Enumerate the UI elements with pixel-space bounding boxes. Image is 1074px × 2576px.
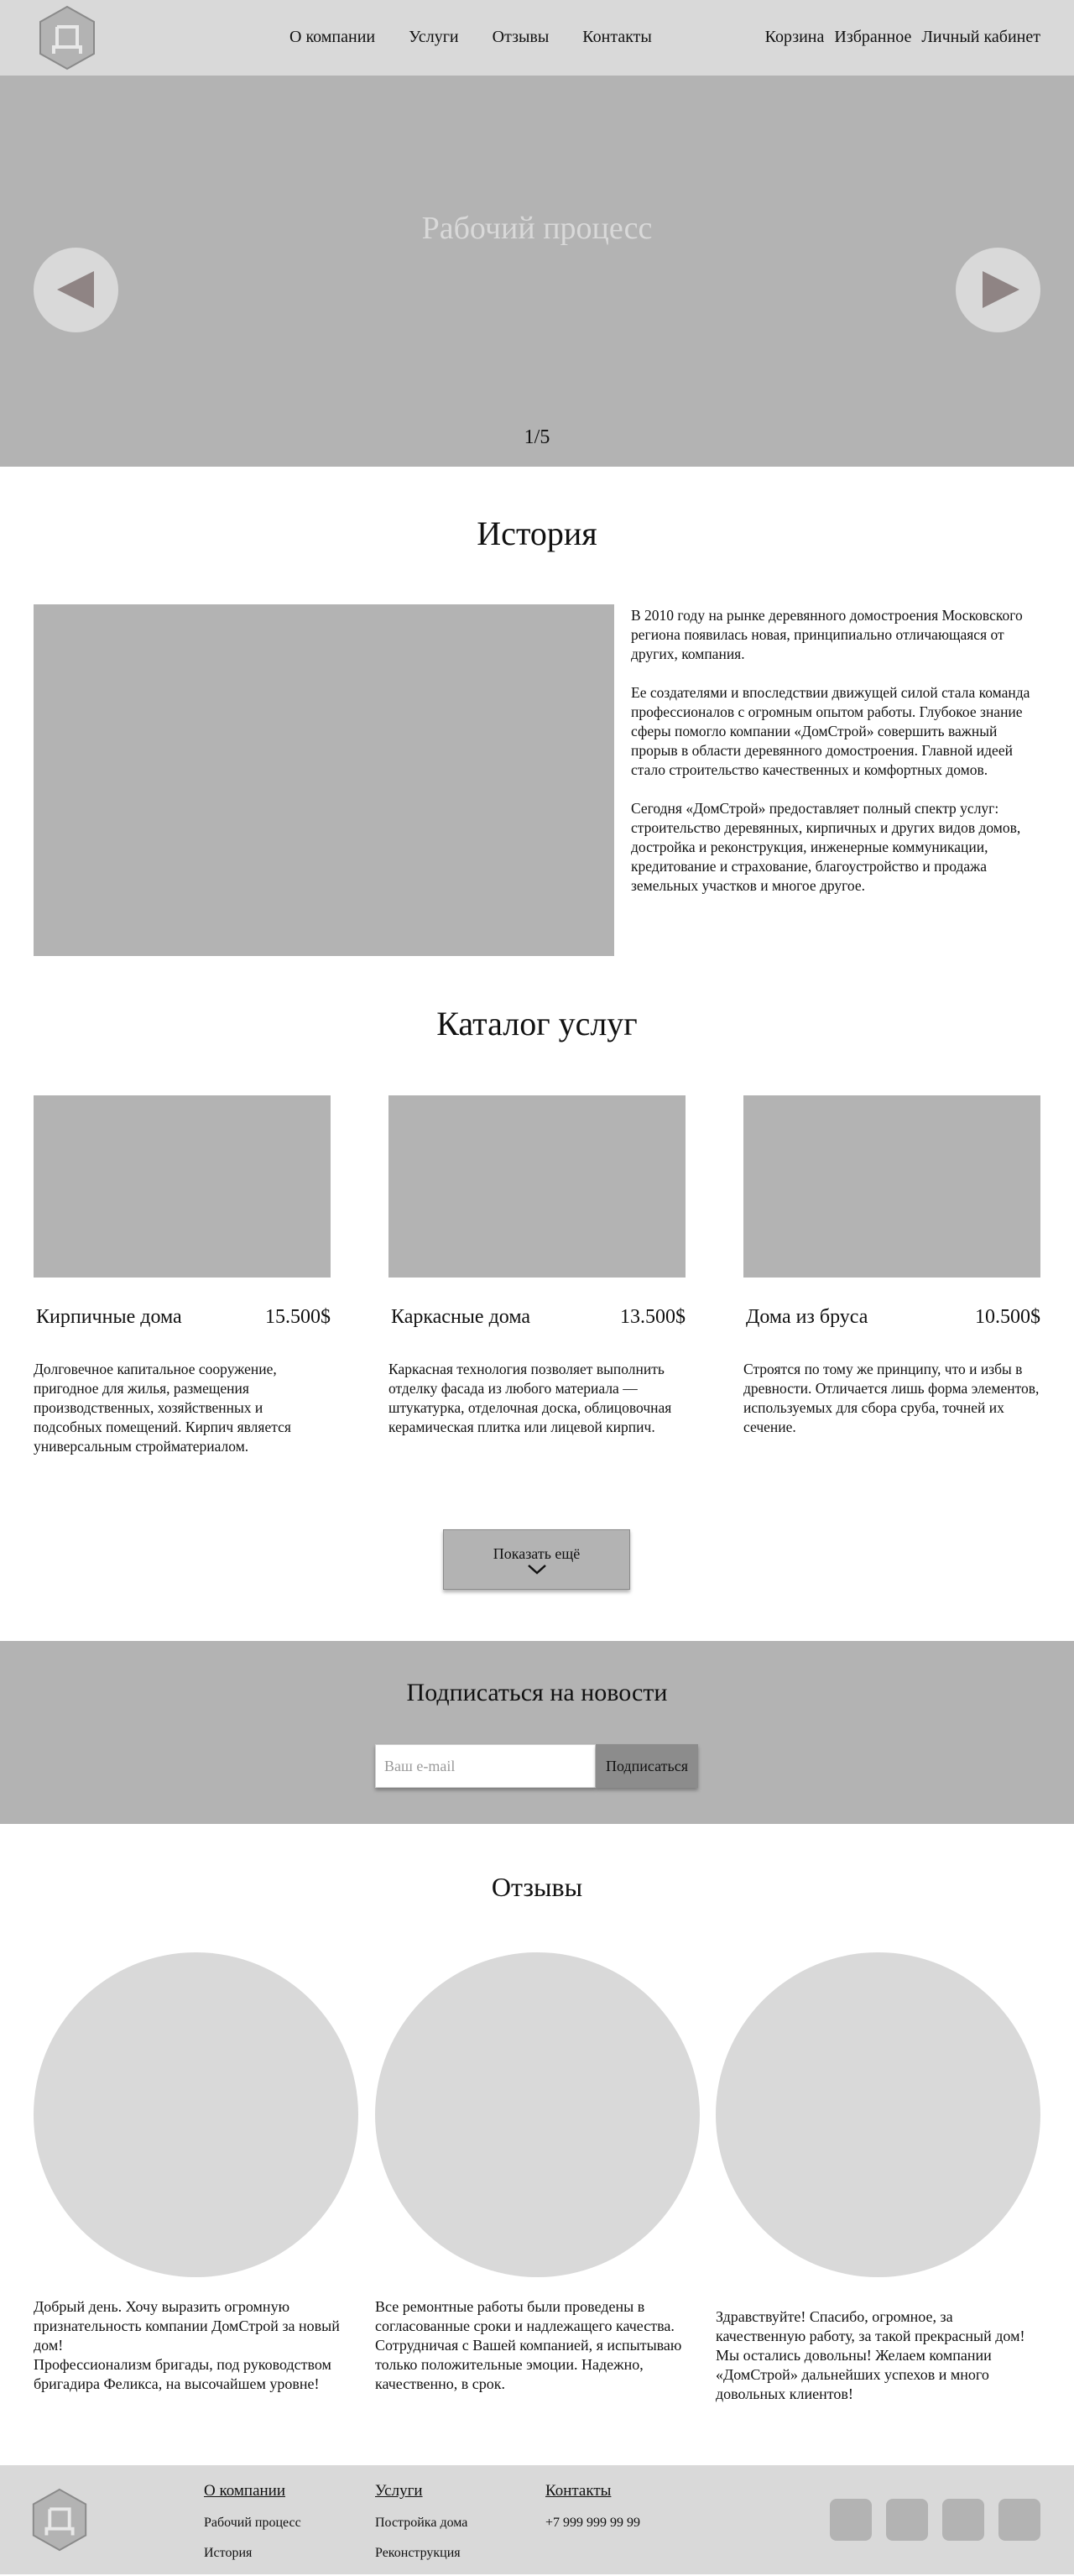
account-link[interactable]: Личный кабинет (921, 28, 1040, 47)
logo-icon[interactable] (34, 5, 101, 71)
social-icon[interactable] (886, 2499, 928, 2541)
card-title[interactable]: Дома из бруса (746, 1306, 868, 1329)
review-paragraph: Добрый день. Хочу выразить огромную приз… (34, 2298, 340, 2354)
footer-heading[interactable]: Контакты (545, 2482, 640, 2500)
review-text: Здравствуйте! Спасибо, огромное, за каче… (716, 2307, 1040, 2404)
slider-next-button[interactable] (956, 248, 1040, 332)
logo-icon[interactable] (27, 2487, 92, 2552)
reviewer-photo (375, 1952, 700, 2277)
card-title[interactable]: Каркасные дома (391, 1306, 530, 1329)
review-paragraph: Здравствуйте! Спасибо, огромное, за каче… (716, 2308, 1025, 2402)
history-paragraph: Ее создателями и впоследствии движущей с… (631, 684, 1030, 778)
reviewer-photo (716, 1952, 1040, 2277)
footer-col-contacts: Контакты +7 999 999 99 99 (545, 2482, 640, 2546)
hero-slider: Рабочий процесс 1/5 (0, 76, 1074, 467)
card-price: 10.500$ (975, 1306, 1040, 1328)
review-text: Добрый день. Хочу выразить огромную приз… (34, 2297, 358, 2394)
footer-link[interactable]: Реконструкция (375, 2546, 467, 2561)
reviews-title: Отзывы (491, 1872, 583, 1902)
subscribe-button[interactable]: Подписаться (596, 1744, 698, 1788)
footer-col-about: О компании Рабочий процесс История (204, 2482, 301, 2576)
arrow-left-icon (57, 271, 94, 308)
review-paragraph: Сотрудничая с Вашей компанией, я испытыв… (375, 2337, 682, 2392)
footer-phone[interactable]: +7 999 999 99 99 (545, 2516, 640, 2531)
show-more-button[interactable]: Показать ещё (443, 1529, 630, 1590)
card-image[interactable] (743, 1095, 1040, 1278)
subscribe-title: Подписаться на новости (406, 1679, 668, 1706)
card-description: Долговечное капитальное сооружение, приг… (34, 1361, 291, 1455)
footer-link[interactable]: Рабочий процесс (204, 2516, 301, 2531)
cart-link[interactable]: Корзина (765, 28, 825, 47)
show-more-label: Показать ещё (493, 1545, 581, 1562)
footer-heading[interactable]: О компании (204, 2482, 301, 2500)
social-icon[interactable] (830, 2499, 872, 2541)
site-footer: О компании Рабочий процесс История Услуг… (0, 2465, 1074, 2574)
reviewer-photo (34, 1952, 358, 2277)
history-paragraph: В 2010 году на рынке деревянного домостр… (631, 607, 1023, 662)
card-price: 15.500$ (265, 1306, 331, 1328)
footer-link[interactable]: Постройка дома (375, 2516, 467, 2531)
subscribe-section: Подписаться на новости Подписаться (0, 1641, 1074, 1824)
social-icon[interactable] (942, 2499, 984, 2541)
history-image (34, 604, 614, 956)
nav-reviews[interactable]: Отзывы (493, 28, 550, 47)
footer-heading[interactable]: Услуги (375, 2482, 467, 2500)
history-text: В 2010 году на рынке деревянного домостр… (631, 606, 1034, 915)
card-description: Строятся по тому же принципу, что и избы… (743, 1361, 1040, 1435)
history-paragraph: Сегодня «ДомСтрой» предоставляет полный … (631, 800, 1021, 894)
footer-link[interactable]: История (204, 2546, 301, 2561)
site-header: О компании Услуги Отзывы Контакты Корзин… (0, 0, 1074, 76)
nav-about[interactable]: О компании (289, 28, 375, 47)
arrow-right-icon (983, 271, 1019, 308)
history-title: История (477, 515, 597, 552)
email-input[interactable] (375, 1744, 596, 1788)
nav-contacts[interactable]: Контакты (582, 28, 652, 47)
card-price: 13.500$ (620, 1306, 686, 1328)
review-paragraph: Профессионализм бригады, под руководство… (34, 2356, 331, 2392)
user-links: Корзина Избранное Личный кабинет (765, 28, 1040, 47)
card-title[interactable]: Кирпичные дома (36, 1306, 182, 1329)
hero-title: Рабочий процесс (421, 211, 653, 246)
social-icon[interactable] (998, 2499, 1040, 2541)
review-text: Все ремонтные работы были проведены в со… (375, 2297, 700, 2394)
nav-services[interactable]: Услуги (409, 28, 459, 47)
main-nav: О компании Услуги Отзывы Контакты (289, 28, 686, 47)
favorites-link[interactable]: Избранное (834, 28, 911, 47)
catalog-title: Каталог услуг (436, 1005, 638, 1042)
card-image[interactable] (34, 1095, 331, 1278)
review-paragraph: Все ремонтные работы были проведены в со… (375, 2298, 675, 2334)
footer-col-services: Услуги Постройка дома Реконструкция (375, 2482, 467, 2576)
slider-prev-button[interactable] (34, 248, 118, 332)
chevron-down-icon (527, 1565, 546, 1575)
card-description: Каркасная технология позволяет выполнить… (388, 1361, 672, 1435)
card-image[interactable] (388, 1095, 686, 1278)
slide-counter: 1/5 (524, 426, 550, 448)
